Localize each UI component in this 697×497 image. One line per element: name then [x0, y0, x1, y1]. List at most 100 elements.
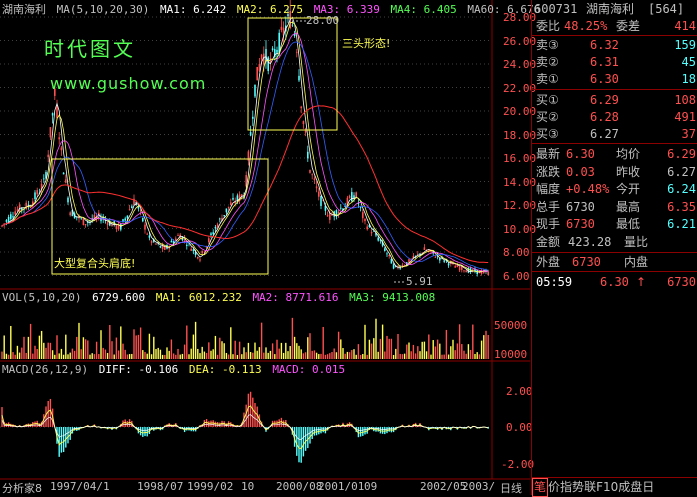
- sell-level-price: 6.32: [590, 37, 619, 53]
- tab-trend[interactable]: 势: [572, 479, 584, 496]
- candle-body: [267, 57, 269, 71]
- volume-bar: [290, 346, 291, 359]
- kline-chart-area[interactable]: 湖南海利 MA(5,10,20,30) MA1: 6.242 MA2: 6.27…: [0, 0, 530, 495]
- volume-bar: [76, 337, 77, 359]
- macd-bar: [378, 427, 379, 432]
- candle-body: [10, 214, 12, 219]
- volume-bar: [353, 349, 354, 359]
- candle-body: [124, 218, 126, 220]
- candle-body: [250, 132, 252, 136]
- macd-bar: [362, 427, 363, 436]
- volume-bar: [213, 349, 214, 359]
- volume-bar: [147, 354, 148, 359]
- volume-bar: [30, 324, 31, 359]
- stat-label-left: 总手: [536, 199, 560, 215]
- macd-bar: [382, 427, 383, 434]
- macd-bar: [318, 427, 319, 434]
- volume-bar: [283, 353, 284, 359]
- macd-bar: [61, 427, 62, 453]
- amount-label: 金额: [536, 234, 560, 250]
- volume-bar: [349, 352, 350, 359]
- candle-body: [296, 52, 298, 53]
- volume-bar: [10, 326, 11, 359]
- stat-label-right: 最高: [616, 199, 640, 215]
- divider: [532, 271, 697, 272]
- macd-tick-neg2: -2.00: [501, 458, 534, 471]
- tab-index[interactable]: 指: [560, 479, 572, 496]
- volume-bar: [301, 349, 302, 359]
- period-daily-label[interactable]: 日线: [500, 480, 522, 496]
- volume-bar: [111, 341, 112, 359]
- candle-body: [140, 210, 142, 211]
- tab-related[interactable]: 联: [584, 479, 596, 496]
- macd-bar: [298, 427, 299, 462]
- tab-trades[interactable]: 笔: [532, 478, 548, 497]
- buy-level-label: 买③: [536, 126, 559, 142]
- volume-bar: [54, 355, 55, 359]
- volume-bar: [162, 355, 163, 359]
- buy-level-row: 买② 6.28 491: [532, 109, 697, 125]
- volume-bar: [109, 325, 110, 359]
- candle-body: [314, 178, 316, 180]
- volume-bar: [226, 353, 227, 359]
- chart-frame: [0, 0, 530, 479]
- volume-bar: [477, 352, 478, 359]
- macd-bar: [281, 418, 282, 427]
- macd-bar: [147, 427, 148, 436]
- tab-f10[interactable]: F10: [596, 479, 618, 496]
- volume-bar: [39, 336, 40, 359]
- volume-bar: [384, 351, 385, 359]
- tick-volume: 6730: [667, 274, 696, 290]
- volume-bar: [120, 326, 121, 359]
- tab-daily[interactable]: 日: [642, 479, 654, 496]
- candle-body: [256, 67, 258, 80]
- watermark-url: www.gushow.com: [50, 74, 206, 93]
- macd-diff: DIFF: -0.106: [99, 363, 178, 376]
- volume-bar: [378, 352, 379, 359]
- candle-body: [142, 218, 144, 221]
- volume-bar: [334, 348, 335, 359]
- volume-bar: [259, 347, 260, 359]
- candle-body: [487, 272, 489, 275]
- peak-price-label: 28.00: [306, 14, 339, 27]
- macd-bar: [296, 427, 297, 456]
- volume-bar: [347, 352, 348, 359]
- volume-bar: [479, 354, 480, 359]
- candle-body: [448, 263, 450, 265]
- volume-bar: [204, 352, 205, 359]
- volume-bar: [441, 355, 442, 359]
- tab-book[interactable]: 盘: [630, 479, 642, 496]
- candle-body: [351, 192, 353, 201]
- volume-bar: [395, 349, 396, 359]
- candle-body: [164, 247, 166, 250]
- volume-bar: [116, 338, 117, 359]
- tab-price[interactable]: 价: [548, 479, 560, 496]
- macd-series: [1, 392, 489, 463]
- volume-bar: [309, 333, 310, 359]
- volume-bar: [28, 337, 29, 359]
- volume-bar: [397, 334, 398, 359]
- candle-body: [305, 131, 307, 133]
- annotation-triple-top: 三头形态!: [342, 35, 390, 51]
- x-label-1997: 1997/04/1: [50, 480, 110, 493]
- candle-body: [8, 217, 10, 222]
- candle-body: [67, 198, 69, 203]
- volume-bar: [197, 349, 198, 359]
- volume-bar: [382, 325, 383, 359]
- volume-bar: [202, 347, 203, 359]
- candle-body: [459, 267, 461, 270]
- macd-bar: [305, 427, 306, 451]
- vol-params: VOL(5,10,20): [2, 291, 81, 304]
- volume-bar: [340, 339, 341, 359]
- vol-ma2: MA2: 8771.616: [252, 291, 338, 304]
- stat-value-left: 6730: [566, 199, 595, 215]
- volume-bar: [243, 347, 244, 359]
- up-arrow-icon: ↑: [636, 274, 646, 290]
- stat-value-right: 6.29: [667, 146, 696, 162]
- divider: [532, 143, 697, 144]
- volume-bar: [166, 347, 167, 359]
- tab-deal[interactable]: 成: [618, 479, 630, 496]
- candle-body: [149, 235, 151, 237]
- macd-bar: [314, 427, 315, 436]
- volume-bar: [221, 341, 222, 359]
